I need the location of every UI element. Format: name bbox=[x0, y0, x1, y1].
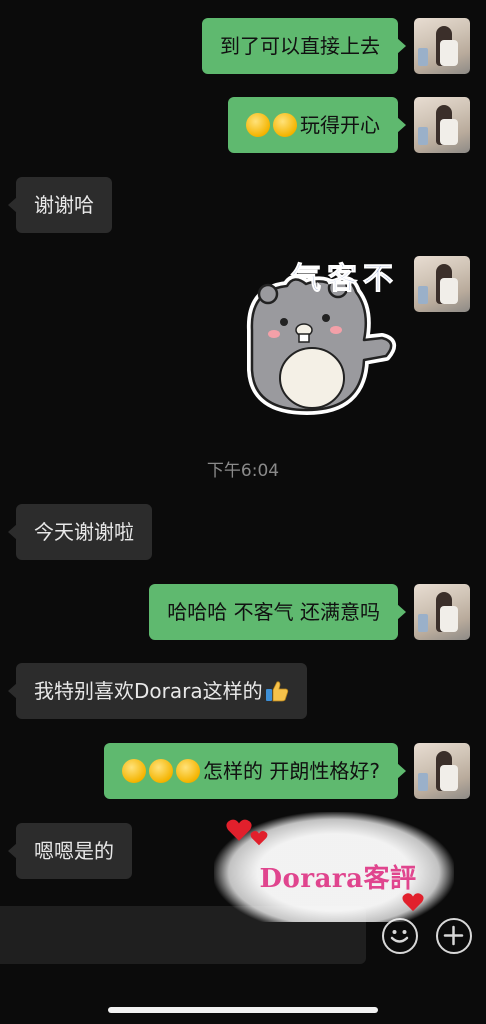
grinning-hand-over-mouth-emoji-icon bbox=[246, 112, 270, 137]
message-text: 我特别喜欢Dorara这样的 bbox=[34, 679, 263, 703]
heart-icon bbox=[402, 893, 424, 912]
grinning-hand-over-mouth-emoji-icon bbox=[273, 112, 297, 137]
outgoing-message-bubble[interactable]: 玩得开心 bbox=[228, 97, 406, 153]
timestamp-label: 下午6:04 bbox=[206, 461, 280, 481]
message-text: 哈哈哈 不客气 还满意吗 bbox=[167, 600, 380, 624]
incoming-message-bubble[interactable]: 今天谢谢啦 bbox=[8, 504, 152, 560]
heart-icon bbox=[226, 819, 252, 841]
grinning-hand-over-mouth-emoji-icon bbox=[122, 758, 147, 783]
message-text: 玩得开心 bbox=[300, 113, 380, 137]
heart-icon bbox=[250, 831, 268, 846]
incoming-message-bubble[interactable]: 嗯嗯是的 bbox=[8, 823, 132, 879]
message-text: 到了可以直接上去 bbox=[220, 34, 380, 58]
message-text: 怎样的 开朗性格好? bbox=[203, 759, 380, 783]
watermark-text: Dorara客評 bbox=[259, 864, 417, 894]
outgoing-message-bubble[interactable]: 到了可以直接上去 bbox=[202, 18, 406, 74]
home-indicator[interactable] bbox=[108, 1007, 378, 1013]
message-text: 嗯嗯是的 bbox=[34, 839, 114, 863]
outgoing-message-bubble[interactable]: 怎样的 开朗性格好? bbox=[104, 743, 406, 799]
user-avatar[interactable] bbox=[414, 743, 470, 799]
user-avatar[interactable] bbox=[414, 18, 470, 74]
message-text: 今天谢谢啦 bbox=[34, 520, 134, 544]
grinning-hand-over-mouth-emoji-icon bbox=[176, 758, 201, 783]
incoming-message-bubble[interactable]: 我特别喜欢Dorara这样的 bbox=[8, 663, 307, 719]
grinning-hand-over-mouth-emoji-icon bbox=[149, 758, 174, 783]
smiley-icon[interactable] bbox=[382, 918, 418, 954]
sticker-caption: 不客气 bbox=[285, 262, 393, 293]
user-avatar[interactable] bbox=[414, 256, 470, 312]
watermark-logo: Dorara客評 bbox=[214, 812, 454, 922]
user-avatar[interactable] bbox=[414, 97, 470, 153]
user-avatar[interactable] bbox=[414, 584, 470, 640]
plus-circle-icon[interactable] bbox=[436, 918, 472, 954]
thumbs-up-emoji-icon bbox=[265, 680, 288, 701]
message-text: 谢谢哈 bbox=[34, 193, 94, 217]
incoming-message-bubble[interactable]: 谢谢哈 bbox=[8, 177, 112, 233]
outgoing-message-bubble[interactable]: 哈哈哈 不客气 还满意吗 bbox=[149, 584, 406, 640]
